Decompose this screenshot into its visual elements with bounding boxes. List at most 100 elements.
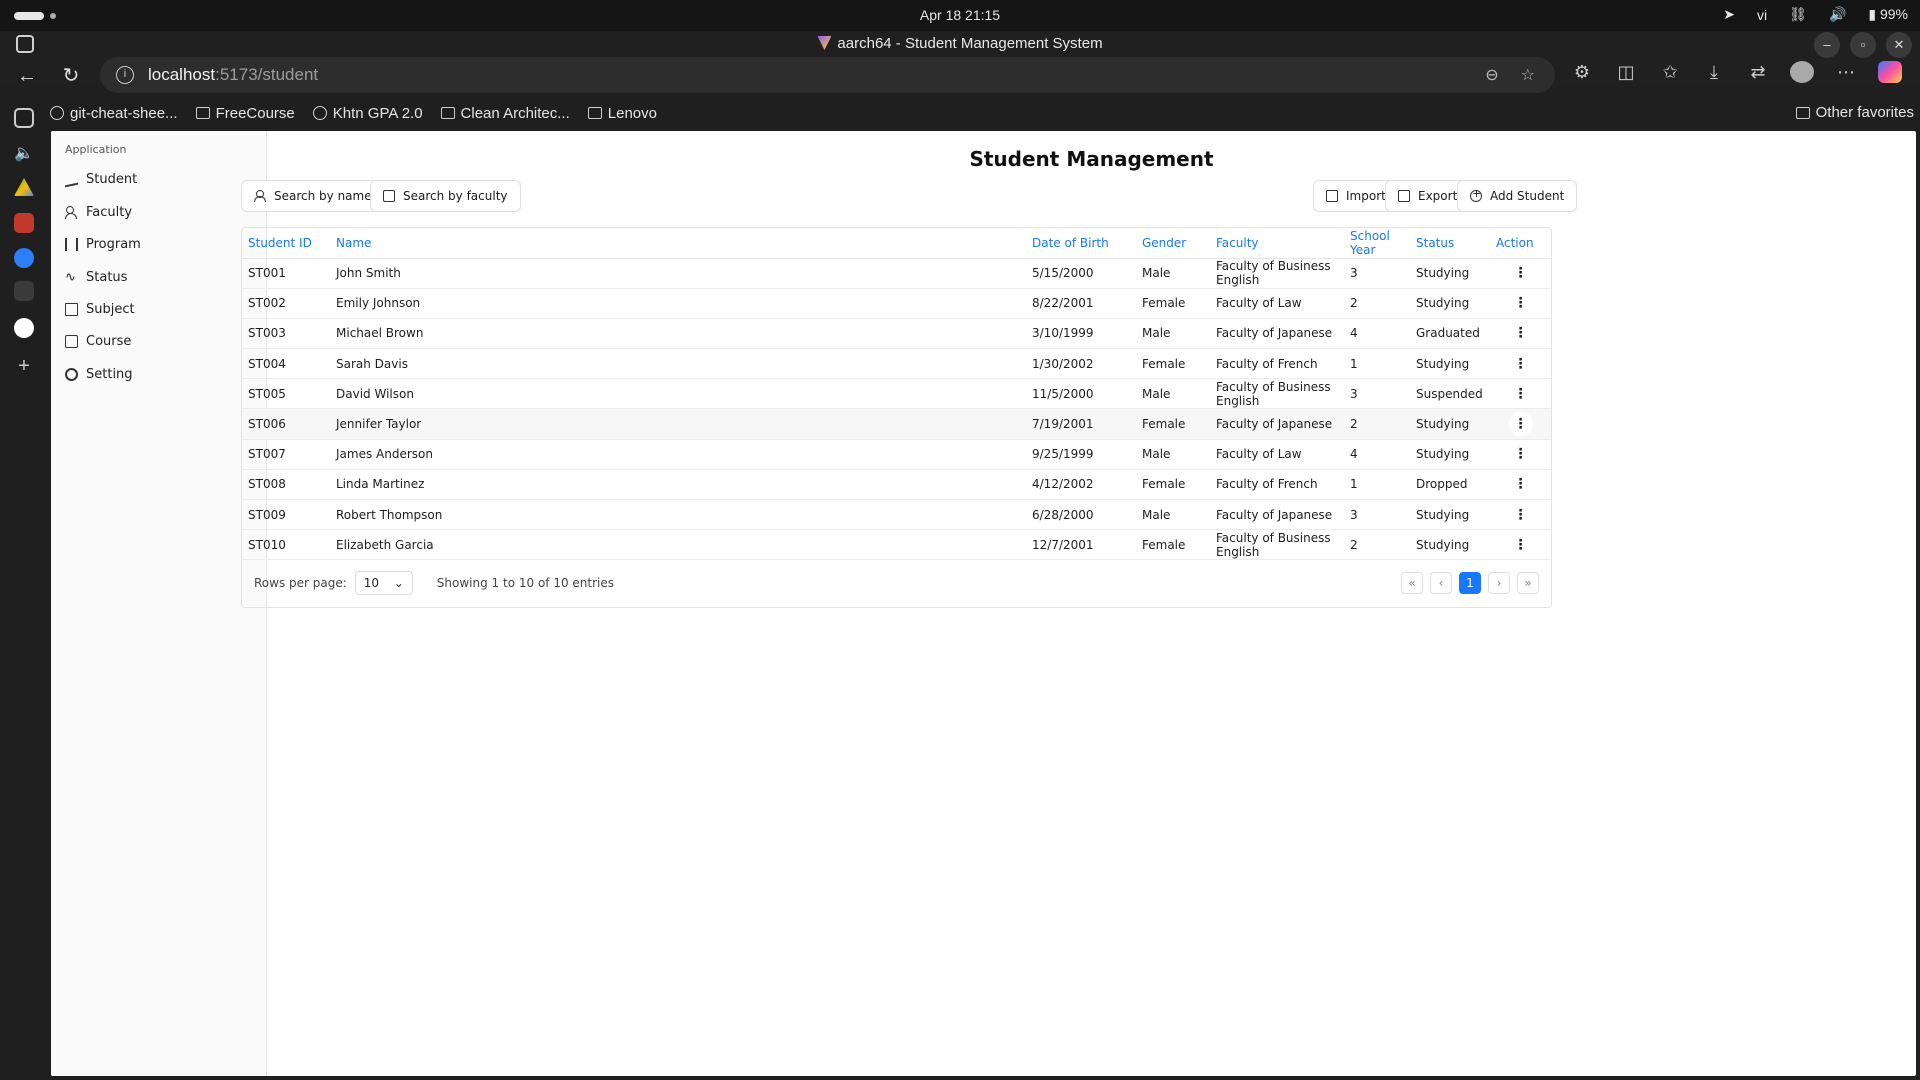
folder-icon [195, 107, 210, 119]
header-student-id[interactable]: Student ID [242, 228, 330, 259]
volume-icon[interactable]: 🔊 [1829, 6, 1846, 23]
back-icon[interactable]: ← [12, 61, 42, 91]
other-favorites[interactable]: Other favorites [1795, 104, 1914, 121]
prev-page-button[interactable]: ‹ [1430, 572, 1452, 594]
bookmark-git-cheat[interactable]: git-cheat-shee... [50, 105, 178, 122]
table-row[interactable]: ST003 Michael Brown 3/10/1999 Male Faculty o… [242, 318, 1551, 350]
cell-status: Studying [1410, 439, 1490, 470]
last-page-button[interactable]: » [1517, 572, 1539, 594]
next-page-button[interactable]: › [1488, 572, 1510, 594]
read-aloud-icon[interactable]: 🔈 [14, 143, 34, 163]
sidebar-item-faculty[interactable]: Faculty [65, 205, 132, 220]
address-bar-row: ← ↻ i localhost:5173/student ⊖ ☆ ⚙ ◫ ✩ ⤓… [0, 57, 1920, 95]
table-row[interactable]: ST001 John Smith 5/15/2000 Male Faculty of B… [242, 258, 1551, 289]
site-info-icon[interactable]: i [116, 66, 134, 84]
row-actions-icon[interactable]: ⋮ [1509, 533, 1533, 557]
favorite-star-icon[interactable]: ☆ [1521, 65, 1535, 85]
header-name[interactable]: Name [330, 228, 1026, 259]
header-date-of-birth[interactable]: Date of Birth [1026, 228, 1136, 259]
refresh-icon[interactable]: ↻ [56, 61, 86, 91]
favorites-icon[interactable]: ✩ [1658, 62, 1682, 83]
vite-app-icon[interactable] [14, 281, 34, 301]
telegram-icon[interactable]: ➤ [1723, 6, 1735, 23]
bookmark-clean-architecture[interactable]: Clean Architec... [440, 105, 570, 122]
window-title: aarch64 - Student Management System [837, 35, 1103, 52]
bookmark-lenovo[interactable]: Lenovo [587, 105, 657, 122]
language-indicator[interactable]: vi [1757, 7, 1767, 23]
row-actions-icon[interactable]: ⋮ [1509, 442, 1533, 466]
pdf-icon[interactable] [14, 213, 34, 233]
row-actions-icon[interactable]: ⋮ [1509, 352, 1533, 376]
cell-gender: Female [1136, 529, 1210, 561]
copilot-icon[interactable] [1878, 61, 1902, 83]
vertical-tabs-icon[interactable] [14, 108, 34, 128]
extensions-icon[interactable]: ⚙ [1570, 62, 1594, 83]
cell-status: Studying [1410, 408, 1490, 440]
google-icon[interactable] [14, 318, 34, 338]
minimize-button[interactable]: – [1814, 32, 1840, 58]
sidebar-item-status[interactable]: ∿ Status [65, 270, 127, 285]
table-row[interactable]: ST010 Elizabeth Garcia 12/7/2001 Female Facu… [242, 529, 1551, 561]
cell-action: ⋮ [1490, 499, 1551, 531]
address-bar[interactable]: i localhost:5173/student ⊖ ☆ [100, 57, 1555, 93]
zoom-icon[interactable]: ⊖ [1485, 65, 1498, 85]
sidebar-item-subject[interactable]: Subject [65, 302, 135, 317]
table-row[interactable]: ST005 David Wilson 11/5/2000 Male Faculty of… [242, 378, 1551, 410]
cell-name: David Wilson [330, 378, 1026, 410]
table-row[interactable]: ST008 Linda Martinez 4/12/2002 Female Facult… [242, 469, 1551, 501]
row-actions-icon[interactable]: ⋮ [1509, 382, 1533, 406]
split-screen-icon[interactable]: ◫ [1614, 62, 1638, 83]
network-icon[interactable]: ⛓ [1789, 6, 1807, 23]
cell-name: Jennifer Taylor [330, 408, 1026, 440]
more-menu-icon[interactable]: ⋯ [1834, 62, 1858, 83]
row-actions-icon[interactable]: ⋮ [1509, 472, 1533, 496]
clock[interactable]: Apr 18 21:15 [0, 7, 1920, 23]
rows-per-page-select[interactable]: 10 ⌄ [354, 571, 413, 595]
row-actions-icon[interactable]: ⋮ [1509, 503, 1533, 527]
messenger-icon[interactable] [14, 248, 34, 268]
table-row[interactable]: ST007 James Anderson 9/25/1999 Male Faculty … [242, 439, 1551, 470]
row-actions-icon[interactable]: ⋮ [1509, 261, 1533, 285]
cell-action: ⋮ [1490, 378, 1551, 410]
cell-student-id: ST007 [242, 439, 330, 470]
bookmark-freecourse[interactable]: FreeCourse [195, 105, 295, 122]
cell-date-of-birth: 5/15/2000 [1026, 258, 1136, 289]
header-faculty[interactable]: Faculty [1210, 228, 1344, 259]
header-gender[interactable]: Gender [1136, 228, 1210, 259]
cell-student-id: ST004 [242, 348, 330, 380]
add-sidebar-app-icon[interactable]: + [14, 356, 34, 376]
downloads-icon[interactable]: ⤓ [1702, 62, 1726, 83]
sidebar-item-course[interactable]: Course [65, 334, 131, 349]
cell-student-id: ST002 [242, 288, 330, 319]
row-actions-icon[interactable]: ⋮ [1509, 291, 1533, 315]
row-actions-icon[interactable]: ⋮ [1508, 412, 1533, 437]
profile-avatar[interactable] [1790, 61, 1814, 83]
table-row[interactable]: ST006 Jennifer Taylor 7/19/2001 Female Facul… [242, 408, 1551, 440]
page-button[interactable]: 1 [1459, 572, 1481, 594]
close-button[interactable]: ✕ [1886, 32, 1912, 58]
row-actions-icon[interactable]: ⋮ [1509, 321, 1533, 345]
cell-name: John Smith [330, 258, 1026, 289]
table-row[interactable]: ST004 Sarah Davis 1/30/2002 Female Faculty o… [242, 348, 1551, 380]
table-row[interactable]: ST009 Robert Thompson 6/28/2000 Male Faculty… [242, 499, 1551, 531]
header-status[interactable]: Status [1410, 228, 1490, 259]
cell-date-of-birth: 11/5/2000 [1026, 378, 1136, 410]
cell-school-year: 1 [1344, 469, 1410, 501]
search-by-name-button[interactable]: Search by name [241, 180, 385, 212]
cell-gender: Female [1136, 469, 1210, 501]
add-student-button[interactable]: Add Student [1457, 180, 1578, 212]
first-page-button[interactable]: « [1401, 572, 1423, 594]
google-drive-icon[interactable] [14, 178, 34, 196]
sidebar-item-student[interactable]: Student [65, 171, 137, 188]
sidebar-item-setting[interactable]: Setting [65, 367, 133, 382]
restore-button[interactable]: ▫ [1850, 32, 1876, 58]
url-text[interactable]: localhost:5173/student [148, 65, 318, 85]
table-row[interactable]: ST002 Emily Johnson 8/22/2001 Female Faculty… [242, 288, 1551, 319]
header-school-year[interactable]: School Year [1344, 228, 1410, 259]
battery-status[interactable]: ▮ 99% [1868, 6, 1908, 23]
cell-student-id: ST003 [242, 318, 330, 350]
bookmark-khtn-gpa[interactable]: Khtn GPA 2.0 [312, 105, 423, 122]
share-icon[interactable]: ⇄ [1746, 62, 1770, 83]
sidebar-item-program[interactable]: Program [65, 237, 141, 252]
search-by-faculty-button[interactable]: Search by faculty [370, 180, 521, 212]
